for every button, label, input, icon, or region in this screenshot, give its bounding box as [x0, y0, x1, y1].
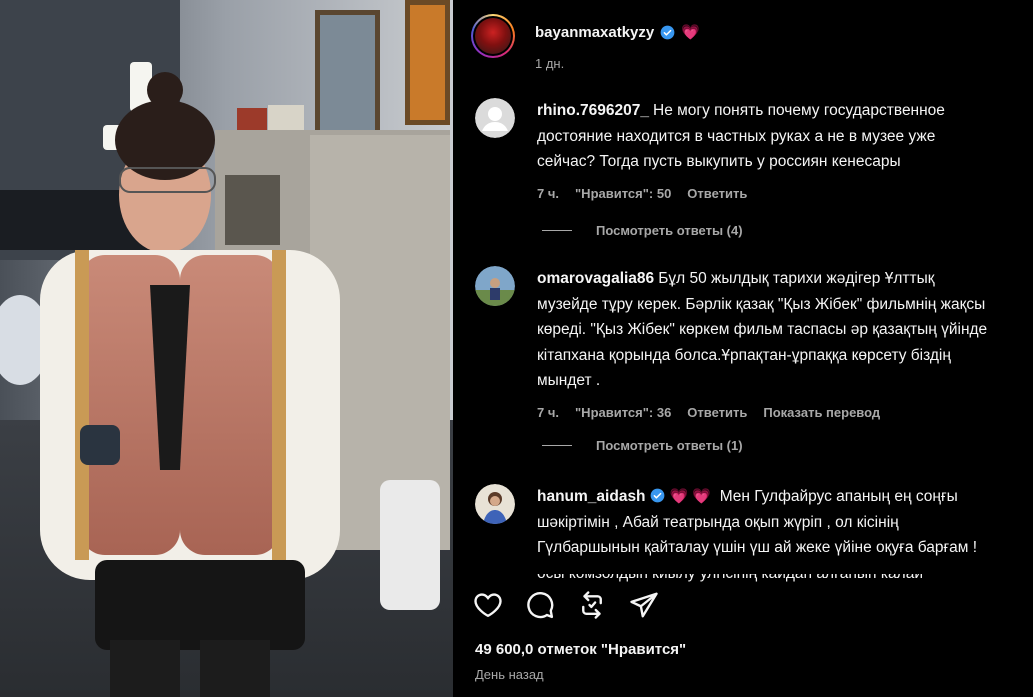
comment-time[interactable]: 7 ч. [537, 186, 559, 201]
replies-divider [542, 445, 572, 446]
likes-count[interactable]: 49 600,0 отметок "Нравится" [475, 641, 686, 658]
reply-button[interactable]: Ответить [687, 186, 747, 201]
commenter-avatar[interactable] [475, 484, 515, 524]
comment-time[interactable]: 7 ч. [537, 405, 559, 420]
profile-photo [475, 484, 515, 524]
verified-badge-icon [650, 488, 664, 503]
commenter-avatar[interactable] [475, 98, 515, 138]
default-avatar-icon [475, 98, 515, 138]
comment-username[interactable]: omarovagalia86 [537, 270, 654, 287]
heart-emoji: 💗 [681, 24, 700, 41]
translate-button[interactable]: Показать перевод [763, 405, 880, 420]
post-actions [473, 590, 659, 620]
post-video[interactable] [0, 0, 453, 697]
comment-username[interactable]: hanum_aidash [537, 488, 646, 505]
view-replies-label: Посмотреть ответы (4) [596, 223, 743, 238]
profile-photo [475, 266, 515, 306]
comment-likes[interactable]: "Нравится": 50 [575, 186, 671, 201]
comment-username[interactable]: rhino.7696207_ [537, 102, 649, 119]
comment-likes[interactable]: "Нравится": 36 [575, 405, 671, 420]
commenter-avatar[interactable] [475, 266, 515, 306]
repost-icon[interactable] [577, 590, 607, 620]
comments-scroll-mask [453, 560, 1033, 574]
comments-panel: bayanmaxatkyzy 💗 1 дн. rhino.7696207_ Не … [453, 0, 1033, 697]
reply-button[interactable]: Ответить [687, 405, 747, 420]
post-time[interactable]: 1 дн. [535, 56, 700, 71]
video-frame [0, 0, 453, 697]
view-replies-button[interactable]: Посмотреть ответы (1) [542, 438, 743, 453]
comment: rhino.7696207_ Не могу понять почему госу… [475, 98, 1015, 201]
heart-emoji: 💗 💗 [669, 488, 712, 505]
comment-text: Бұл 50 жылдық тарихи жәдігер Ұлттық музе… [537, 270, 988, 389]
comment: omarovagalia86 Бұл 50 жылдық тарихи жәдіг… [475, 266, 1015, 420]
replies-divider [542, 230, 572, 231]
comment-icon[interactable] [525, 590, 555, 620]
author-avatar[interactable] [471, 14, 515, 58]
author-username[interactable]: bayanmaxatkyzy [535, 24, 654, 41]
post-date[interactable]: День назад [475, 667, 544, 682]
view-replies-label: Посмотреть ответы (1) [596, 438, 743, 453]
verified-badge-icon [660, 25, 675, 39]
send-icon[interactable] [629, 590, 659, 620]
view-replies-button[interactable]: Посмотреть ответы (4) [542, 223, 743, 238]
heart-icon[interactable] [473, 590, 503, 620]
post-header: bayanmaxatkyzy 💗 1 дн. [471, 14, 700, 71]
